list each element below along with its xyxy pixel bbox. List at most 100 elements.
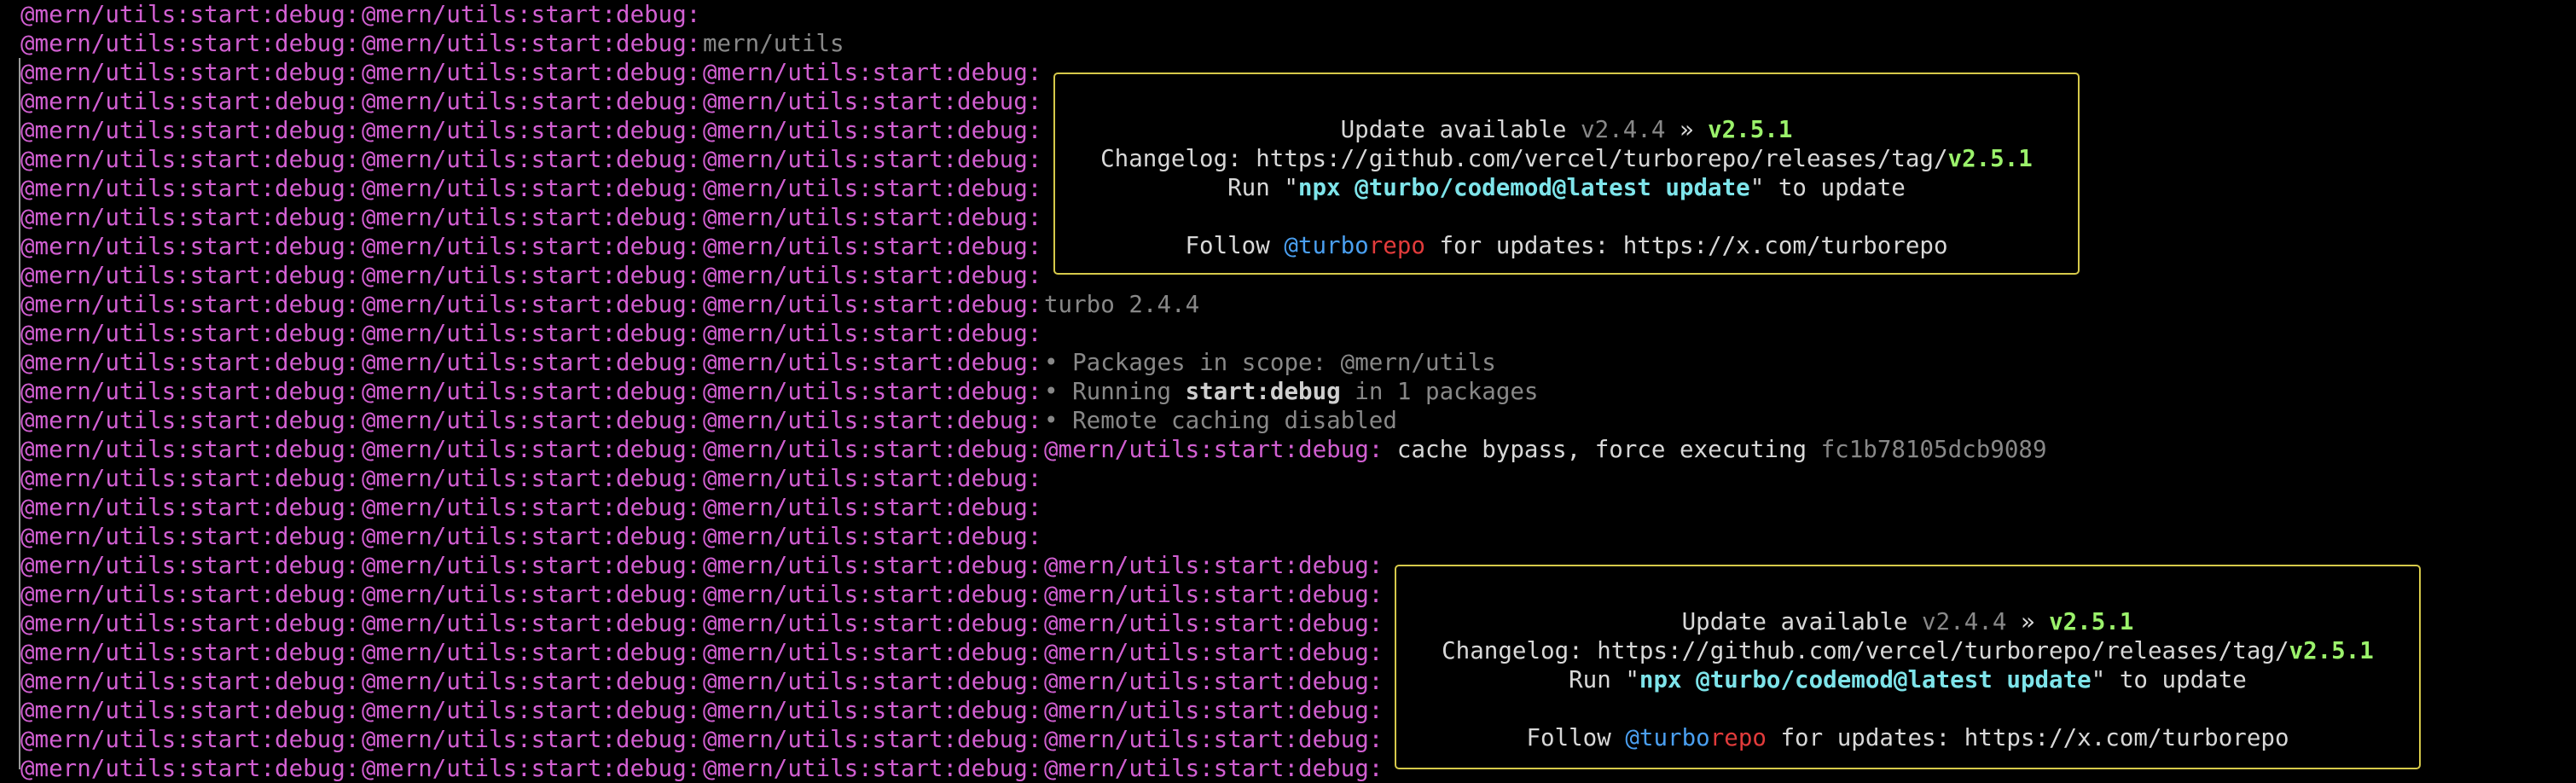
log-line: @mern/utils:start:debug:@mern/utils:star… xyxy=(20,261,1044,290)
task-prefix: @mern/utils:start:debug: xyxy=(362,465,701,492)
update-notice-box: Update available v2.4.4 » v2.5.1 Changel… xyxy=(1053,72,2080,275)
task-prefix: @mern/utils:start:debug: xyxy=(703,349,1042,376)
task-prefix: @mern/utils:start:debug: xyxy=(703,59,1042,86)
task-prefix: @mern/utils:start:debug: xyxy=(20,349,360,376)
task-prefix: @mern/utils:start:debug: xyxy=(362,320,701,347)
task-prefix: @mern/utils:start:debug: xyxy=(703,175,1042,202)
task-prefix: @mern/utils:start:debug: xyxy=(362,378,701,405)
task-prefix: @mern/utils:start:debug: xyxy=(703,465,1042,492)
task-prefix: @mern/utils:start:debug: xyxy=(703,204,1042,231)
task-prefix: @mern/utils:start:debug: xyxy=(1044,755,1384,782)
task-prefix: @mern/utils:start:debug: xyxy=(362,233,701,260)
task-prefix: @mern/utils:start:debug: xyxy=(20,320,360,347)
task-prefix: @mern/utils:start:debug: xyxy=(20,233,360,260)
task-prefix: @mern/utils:start:debug: xyxy=(20,465,360,492)
task-prefix: @mern/utils:start:debug: xyxy=(703,378,1042,405)
log-line: @mern/utils:start:debug: @mern/utils:star… xyxy=(20,522,1044,551)
task-prefix: @mern/utils:start:debug: xyxy=(362,726,701,753)
log-line: @mern/utils:start:debug:@mern/utils:star… xyxy=(20,290,1199,319)
scope-line: • Packages in scope: @mern/utils xyxy=(1044,349,1496,376)
task-prefix: @mern/utils:start:debug: xyxy=(703,668,1042,695)
log-line: @mern/utils:start:debug:@mern/utils:star… xyxy=(20,435,2047,464)
task-prefix: @mern/utils:start:debug: xyxy=(362,610,701,637)
run-command-line: Run "npx @turbo/codemod@latest update" t… xyxy=(1227,174,1906,201)
task-prefix: @mern/utils:start:debug: xyxy=(362,755,701,782)
task-prefix: @mern/utils:start:debug: xyxy=(20,378,360,405)
task-prefix: @mern/utils:start:debug: xyxy=(362,262,701,289)
task-prefix: @mern/utils:start:debug: xyxy=(1044,610,1384,637)
task-prefix: @mern/utils:start:debug: xyxy=(20,146,360,173)
task-prefix: @mern/utils:start:debug: xyxy=(703,262,1042,289)
task-prefix: @mern/utils:start:debug: xyxy=(20,291,360,318)
changelog-line: Changelog: https://github.com/vercel/tur… xyxy=(1100,145,2033,172)
remote-caching-line: • Remote caching disabled xyxy=(1044,407,1397,434)
task-prefix: @mern/utils:start:debug: xyxy=(703,639,1042,666)
task-prefix: @mern/utils:start:debug: xyxy=(20,581,360,608)
log-line: @mern/utils:start:debug:@mern/utils:star… xyxy=(20,377,1539,406)
task-prefix: @mern/utils:start:debug: xyxy=(362,291,701,318)
task-prefix: @mern/utils:start:debug: xyxy=(362,117,701,144)
log-line: @mern/utils:start:debug:@mern/utils:star… xyxy=(20,348,1496,377)
run-command-line: Run "npx @turbo/codemod@latest update" t… xyxy=(1569,666,2247,693)
task-prefix: @mern/utils:start:debug: xyxy=(20,610,360,637)
task-prefix: @mern/utils:start:debug: xyxy=(362,204,701,231)
task-prefix: @mern/utils:start:debug: xyxy=(362,436,701,463)
task-prefix: @mern/utils:start:debug: xyxy=(703,552,1042,579)
task-prefix: @mern/utils:start:debug: xyxy=(362,88,701,115)
log-line: @mern/utils:start:debug: @mern/utils:star… xyxy=(20,493,1044,522)
log-line: @mern/utils:start:debug:@mern/utils:star… xyxy=(20,609,1385,638)
task-prefix: @mern/utils:start:debug: xyxy=(20,175,360,202)
task-prefix: @mern/utils:start:debug: xyxy=(1044,581,1384,608)
task-prefix: @mern/utils:start:debug: xyxy=(703,494,1042,521)
task-prefix: @mern/utils:start:debug: xyxy=(20,436,360,463)
task-prefix: @mern/utils:start:debug: xyxy=(20,552,360,579)
log-line: @mern/utils:start:debug:@mern/utils:star… xyxy=(20,232,1044,261)
task-prefix: @mern/utils:start:debug: xyxy=(20,88,360,115)
task-prefix: @mern/utils:start:debug: xyxy=(703,407,1042,434)
task-prefix: @mern/utils:start:debug: xyxy=(703,233,1042,260)
task-prefix: @mern/utils:start:debug: xyxy=(20,726,360,753)
task-prefix: @mern/utils:start:debug: xyxy=(703,581,1042,608)
task-prefix: @mern/utils:start:debug: xyxy=(1044,668,1384,695)
follow-line: Follow @turborepo for updates: https://x… xyxy=(1185,232,1948,259)
task-name: start:debug xyxy=(1185,378,1341,405)
cache-hash: fc1b78105dcb9089 xyxy=(1820,436,2047,463)
task-prefix: @mern/utils:start:debug: xyxy=(703,697,1042,724)
task-prefix: @mern/utils:start:debug: xyxy=(362,552,701,579)
log-line: @mern/utils:start:debug:@mern/utils:star… xyxy=(20,203,1044,232)
task-prefix: @mern/utils:start:debug: xyxy=(20,697,360,724)
task-prefix: @mern/utils:start:debug: xyxy=(703,146,1042,173)
task-prefix: @mern/utils:start:debug: xyxy=(1044,726,1384,753)
package-name: mern/utils xyxy=(703,30,844,57)
log-line: @mern/utils:start:debug:@mern/utils:star… xyxy=(20,667,1385,696)
task-prefix: @mern/utils:start:debug: xyxy=(20,1,360,28)
task-prefix: @mern/utils:start:debug: xyxy=(703,755,1042,782)
log-line: @mern/utils:start:debug:@mern/utils:star… xyxy=(20,725,1385,754)
running-line: • Running start:debug in 1 packages xyxy=(1044,378,1539,405)
task-prefix: @mern/utils:start:debug: xyxy=(362,639,701,666)
task-prefix: @mern/utils:start:debug: xyxy=(703,117,1042,144)
task-prefix: @mern/utils:start:debug: xyxy=(703,523,1042,550)
log-line: @mern/utils:start:debug: @mern/utils:star… xyxy=(20,174,1044,203)
update-available-line: Update available v2.4.4 » v2.5.1 xyxy=(1340,116,1793,143)
log-line: @mern/utils:start:debug:@mern/utils:star… xyxy=(20,464,1044,493)
task-prefix: @mern/utils:start:debug: xyxy=(20,30,360,57)
task-prefix: @mern/utils:start:debug: xyxy=(703,610,1042,637)
follow-line: Follow @turborepo for updates: https://x… xyxy=(1526,724,2289,751)
task-prefix: @mern/utils:start:debug: xyxy=(362,349,701,376)
task-prefix: @mern/utils:start:debug: xyxy=(362,30,701,57)
task-prefix: @mern/utils:start:debug: xyxy=(703,291,1042,318)
task-prefix: @mern/utils:start:debug: xyxy=(703,726,1042,753)
task-prefix: @mern/utils:start:debug: xyxy=(20,668,360,695)
update-notice-box-2: Update available v2.4.4 » v2.5.1 Changel… xyxy=(1395,565,2421,769)
task-prefix: @mern/utils:start:debug: xyxy=(20,59,360,86)
log-line: @mern/utils:start:debug:@mern/utils:star… xyxy=(20,87,1044,116)
task-prefix: @mern/utils:start:debug: xyxy=(1044,552,1384,579)
log-line: @mern/utils:start:debug: @mern/utils:star… xyxy=(20,58,1044,87)
task-prefix: @mern/utils:start:debug: xyxy=(20,117,360,144)
task-prefix: @mern/utils:start:debug: xyxy=(20,494,360,521)
turbo-version: turbo 2.4.4 xyxy=(1044,291,1200,318)
update-available-line: Update available v2.4.4 » v2.5.1 xyxy=(1681,608,2134,635)
log-line: @mern/utils:start:debug:@mern/utils:star… xyxy=(20,406,1397,435)
task-prefix: @mern/utils:start:debug: xyxy=(20,523,360,550)
